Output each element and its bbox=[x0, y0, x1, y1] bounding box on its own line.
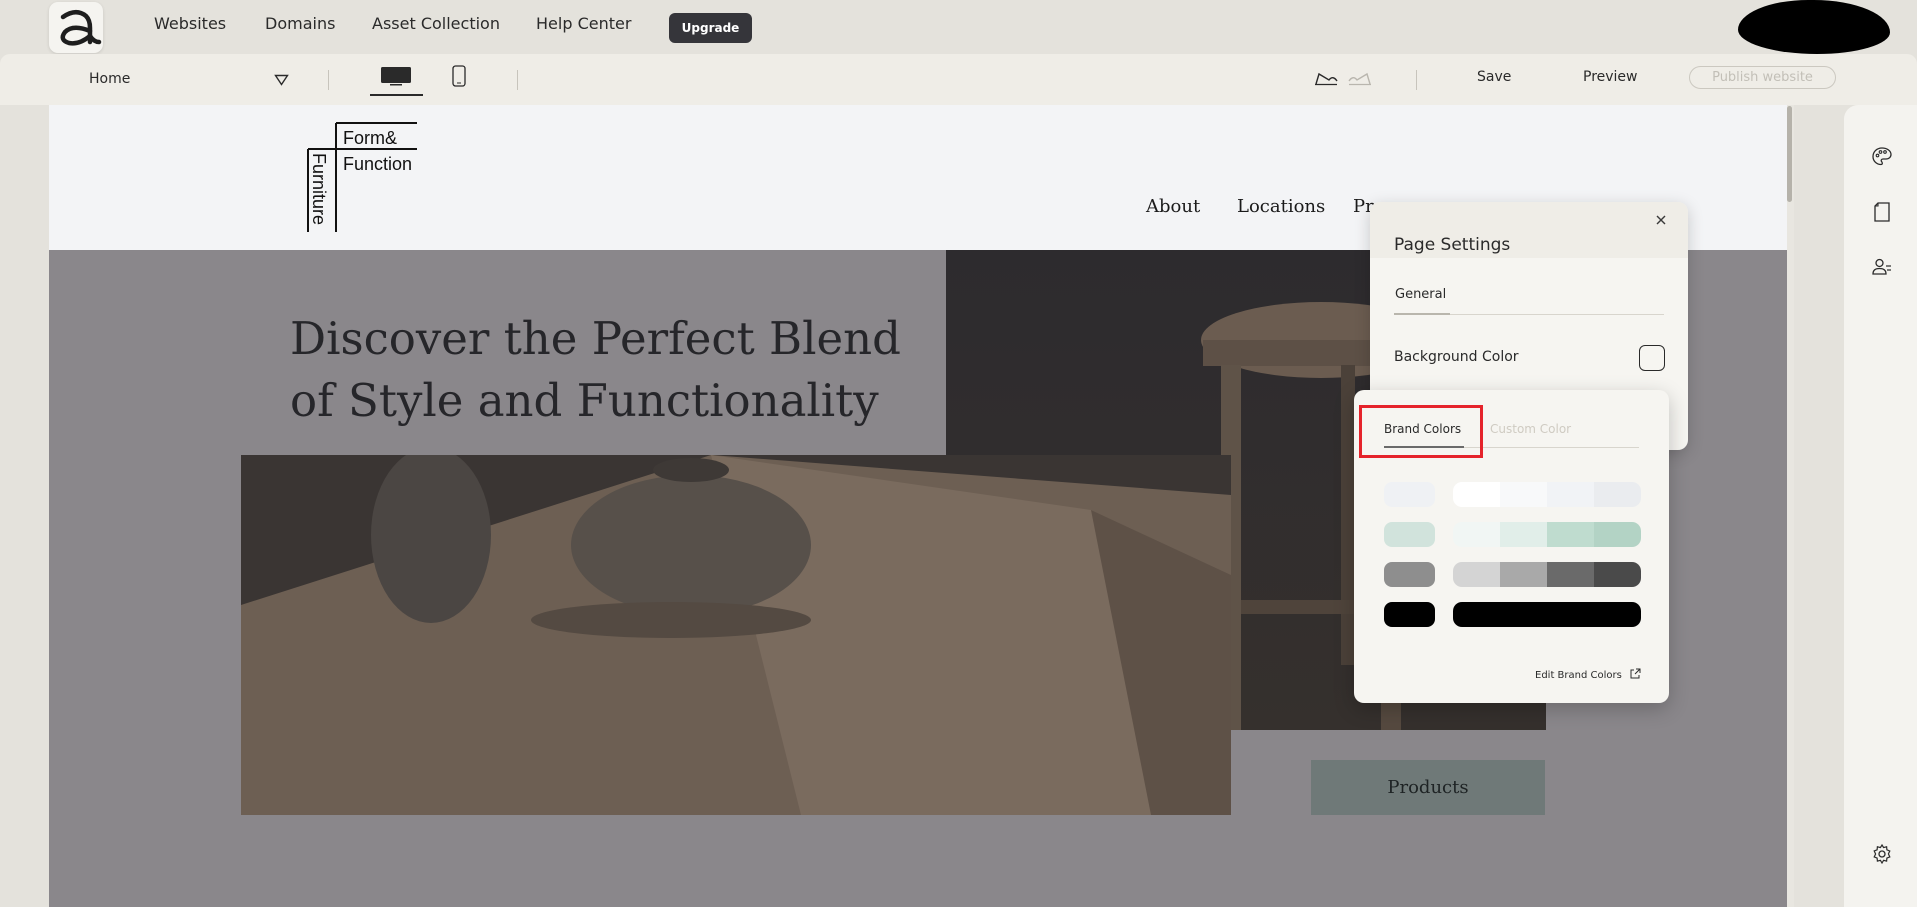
tab-general[interactable]: General bbox=[1395, 287, 1446, 302]
background-color-label: Background Color bbox=[1394, 349, 1519, 365]
color-picker-popover: Brand Colors Custom Color Edit Brand Col… bbox=[1354, 390, 1669, 703]
upgrade-button[interactable]: Upgrade bbox=[669, 13, 752, 43]
save-button[interactable]: Save bbox=[1477, 69, 1511, 85]
brand-color-shades[interactable] bbox=[1453, 522, 1641, 547]
hero-title[interactable]: Discover the Perfect Blend of Style and … bbox=[290, 308, 930, 432]
close-icon[interactable] bbox=[1654, 213, 1668, 227]
app-logo-icon bbox=[60, 10, 102, 46]
canvas-scrollbar[interactable] bbox=[1787, 105, 1794, 907]
hero-title-line-1: Discover the Perfect Blend bbox=[290, 312, 901, 365]
edit-brand-colors-link[interactable]: Edit Brand Colors bbox=[1535, 668, 1641, 681]
chevron-down-icon[interactable] bbox=[274, 74, 289, 86]
desktop-view-icon[interactable] bbox=[380, 66, 412, 86]
edit-brand-colors-label: Edit Brand Colors bbox=[1535, 670, 1622, 681]
desktop-view-active-indicator bbox=[370, 94, 423, 96]
table-vases-photo-graphic bbox=[241, 455, 1231, 815]
canvas-scrollbar-thumb[interactable] bbox=[1787, 106, 1792, 202]
tab-custom-color[interactable]: Custom Color bbox=[1490, 422, 1571, 436]
brand-color-shades[interactable] bbox=[1453, 482, 1641, 507]
logo-text-function: Function bbox=[343, 154, 412, 174]
background-color-swatch[interactable] bbox=[1639, 345, 1665, 371]
right-sidebar bbox=[1844, 105, 1917, 907]
brand-color-swatch[interactable] bbox=[1384, 602, 1435, 627]
settings-gear-icon[interactable] bbox=[1870, 842, 1894, 866]
publish-website-button[interactable]: Publish website bbox=[1689, 66, 1836, 89]
brand-color-swatch[interactable] bbox=[1384, 562, 1435, 587]
brand-color-swatch[interactable] bbox=[1384, 522, 1435, 547]
form-function-logo[interactable]: Form& Function Furniture bbox=[302, 117, 417, 232]
nav-websites[interactable]: Websites bbox=[154, 14, 226, 33]
table-vases-photo[interactable] bbox=[241, 455, 1231, 815]
nav-asset-collection[interactable]: Asset Collection bbox=[372, 14, 500, 33]
page-settings-title: Page Settings bbox=[1394, 235, 1511, 255]
brand-colors-highlight bbox=[1359, 405, 1483, 458]
brand-color-swatch[interactable] bbox=[1384, 482, 1435, 507]
site-nav-locations[interactable]: Locations bbox=[1237, 196, 1325, 217]
logo-text-form: Form& bbox=[343, 128, 397, 148]
page-icon[interactable] bbox=[1870, 200, 1894, 224]
page-select-value[interactable]: Home bbox=[89, 71, 130, 87]
hero-title-line-2: of Style and Functionality bbox=[290, 374, 879, 427]
tab-general-indicator bbox=[1394, 313, 1450, 315]
mobile-view-icon[interactable] bbox=[452, 65, 466, 87]
redo-icon[interactable] bbox=[1347, 71, 1373, 87]
undo-icon[interactable] bbox=[1313, 71, 1339, 87]
palette-icon[interactable] bbox=[1870, 145, 1894, 169]
editor-toolbar: Home Save Preview Publish website bbox=[0, 54, 1917, 105]
users-icon[interactable] bbox=[1870, 255, 1894, 279]
brand-color-shades[interactable] bbox=[1453, 602, 1641, 627]
brand-color-shades[interactable] bbox=[1453, 562, 1641, 587]
logo-text-furniture: Furniture bbox=[309, 153, 329, 225]
external-link-icon bbox=[1630, 668, 1641, 679]
nav-domains[interactable]: Domains bbox=[265, 14, 335, 33]
preview-button[interactable]: Preview bbox=[1583, 69, 1638, 85]
nav-help-center[interactable]: Help Center bbox=[536, 14, 631, 33]
products-button[interactable]: Products bbox=[1311, 760, 1545, 815]
site-nav-about[interactable]: About bbox=[1146, 196, 1200, 217]
app-logo[interactable] bbox=[49, 2, 103, 53]
